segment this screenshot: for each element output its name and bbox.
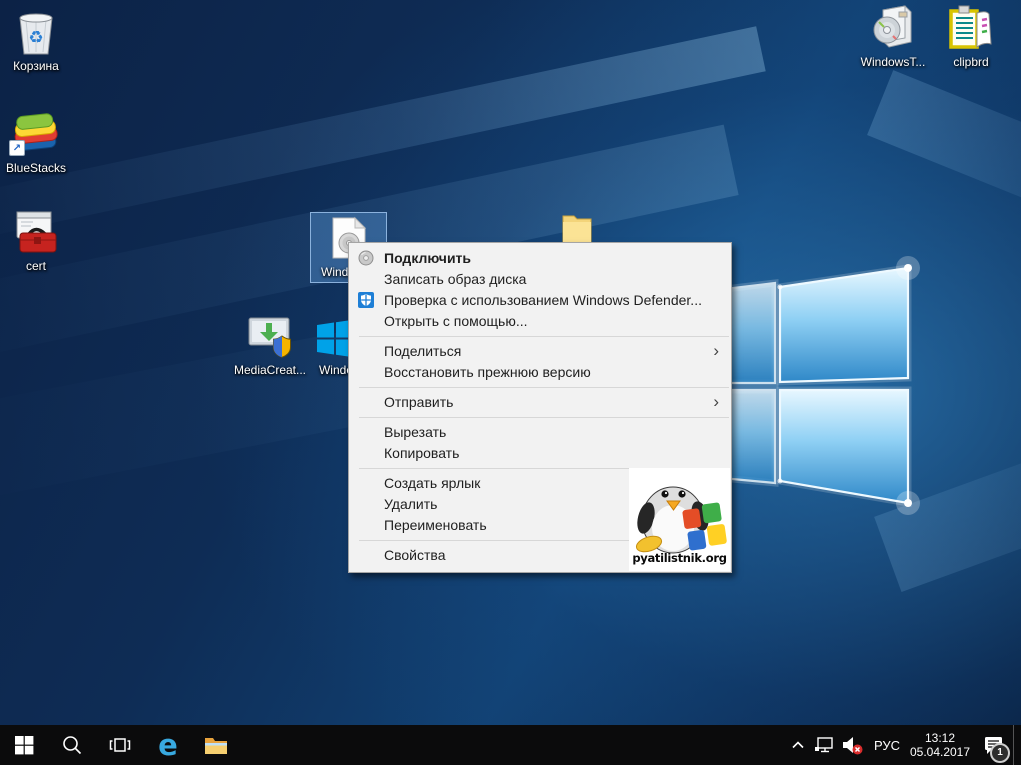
task-view-button[interactable] — [96, 725, 144, 765]
menu-item-mount[interactable]: Подключить — [349, 248, 731, 269]
menu-item-label: Копировать — [384, 445, 459, 461]
network-icon — [813, 734, 835, 756]
light-beam — [867, 70, 1021, 240]
toolbox-icon — [13, 208, 59, 256]
menu-item-label: Восстановить прежнюю версию — [384, 364, 591, 380]
icon-label: cert — [26, 260, 46, 273]
menu-item-label: Проверка с использованием Windows Defend… — [384, 292, 702, 308]
time-label: 13:12 — [925, 731, 955, 745]
windows-start-icon — [14, 735, 34, 755]
volume-button[interactable] — [837, 725, 867, 765]
submenu-arrow-icon: › — [713, 341, 719, 361]
menu-item-send-to[interactable]: Отправить › — [349, 392, 731, 413]
notification-badge: 1 — [990, 743, 1010, 763]
edge-browser-button[interactable]: e — [144, 725, 192, 765]
taskbar: e — [0, 725, 1021, 765]
menu-item-label: Записать образ диска — [384, 271, 526, 287]
menu-item-label: Удалить — [384, 496, 437, 512]
clipboard-viewer-icon — [947, 4, 995, 52]
language-label: РУС — [874, 738, 900, 753]
language-indicator[interactable]: РУС — [867, 725, 907, 765]
desktop-icon-media-creation-tool[interactable]: MediaCreat... — [232, 312, 308, 377]
show-desktop-button[interactable] — [1013, 725, 1019, 765]
volume-muted-icon — [840, 734, 864, 756]
icon-label: BlueStacks — [6, 162, 66, 175]
menu-separator — [359, 336, 729, 337]
date-label: 05.04.2017 — [910, 745, 970, 759]
menu-item-copy[interactable]: Копировать — [349, 443, 731, 464]
menu-item-label: Свойства — [384, 547, 445, 563]
menu-separator — [359, 417, 729, 418]
network-status-button[interactable] — [810, 725, 837, 765]
bluestacks-icon: ↗ — [12, 110, 60, 158]
menu-item-label: Отправить — [384, 394, 453, 410]
icon-label: WindowsT... — [861, 56, 926, 69]
start-button[interactable] — [0, 725, 48, 765]
penguin-windows-logo — [629, 468, 730, 554]
desktop-icon-windows-tool[interactable]: WindowsT... — [855, 4, 931, 69]
tray-expand-button[interactable] — [786, 725, 810, 765]
desktop-icon-clipbrd[interactable]: clipbrd — [933, 4, 1009, 69]
search-button[interactable] — [48, 725, 96, 765]
folder-icon — [561, 211, 593, 245]
action-center-button[interactable]: 1 — [973, 725, 1013, 765]
icon-label: MediaCreat... — [234, 364, 306, 377]
svg-text:♻: ♻ — [28, 28, 43, 48]
menu-item-scan-with-defender[interactable]: Проверка с использованием Windows Defend… — [349, 290, 731, 311]
clock[interactable]: 13:12 05.04.2017 — [907, 725, 973, 765]
submenu-arrow-icon: › — [713, 392, 719, 412]
menu-item-share[interactable]: Поделиться › — [349, 341, 731, 362]
task-view-icon — [108, 734, 132, 756]
installer-box-icon — [869, 4, 917, 52]
desktop-icon-recycle-bin[interactable]: ♻ Корзина — [0, 8, 74, 73]
disc-icon — [358, 250, 374, 266]
icon-label: Корзина — [13, 60, 59, 73]
watermark-text: pyatilistnik.org — [632, 551, 726, 565]
menu-item-restore-previous-version[interactable]: Восстановить прежнюю версию — [349, 362, 731, 383]
menu-item-cut[interactable]: Вырезать — [349, 422, 731, 443]
file-explorer-icon — [203, 734, 229, 756]
icon-label: Wind — [321, 266, 348, 279]
context-menu: Подключить Записать образ диска Проверка… — [348, 242, 732, 573]
search-icon — [61, 734, 83, 756]
edge-icon: e — [158, 731, 178, 760]
desktop-icon-bluestacks[interactable]: ↗ BlueStacks — [0, 110, 74, 175]
recycle-bin-icon: ♻ — [14, 8, 58, 56]
desktop-icon-cert[interactable]: cert — [0, 208, 74, 273]
menu-item-label: Переименовать — [384, 517, 487, 533]
menu-item-label: Подключить — [384, 250, 471, 266]
watermark: pyatilistnik.org — [629, 468, 730, 571]
menu-item-label: Создать ярлык — [384, 475, 480, 491]
shortcut-arrow-icon: ↗ — [9, 140, 25, 156]
menu-item-open-with[interactable]: Открыть с помощью... — [349, 311, 731, 332]
defender-icon — [358, 292, 374, 308]
menu-separator — [359, 387, 729, 388]
menu-item-burn-disc-image[interactable]: Записать образ диска — [349, 269, 731, 290]
chevron-up-icon — [789, 736, 807, 754]
menu-item-label: Поделиться — [384, 343, 461, 359]
icon-label: clipbrd — [953, 56, 988, 69]
media-creation-icon — [245, 312, 295, 360]
menu-item-label: Открыть с помощью... — [384, 313, 528, 329]
menu-item-label: Вырезать — [384, 424, 446, 440]
file-explorer-button[interactable] — [192, 725, 240, 765]
